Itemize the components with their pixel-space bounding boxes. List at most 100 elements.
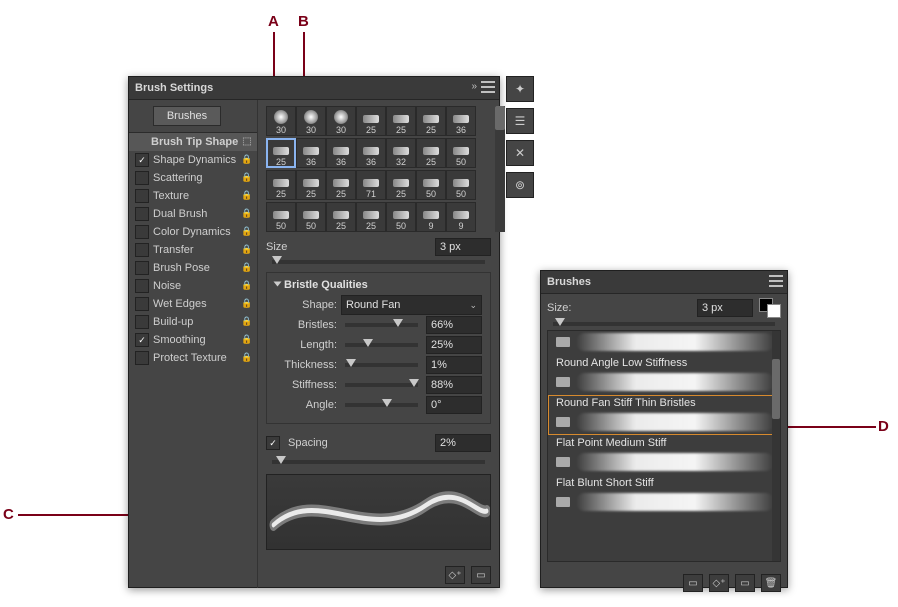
spacing-checkbox[interactable] (266, 436, 280, 450)
brush-preset-cell[interactable]: 36 (356, 138, 386, 168)
lock-icon[interactable] (241, 316, 253, 328)
bristle-value-input[interactable] (426, 396, 482, 414)
lock-icon[interactable] (241, 208, 253, 220)
brush-preset-cell[interactable]: 36 (296, 138, 326, 168)
lock-icon[interactable] (241, 244, 253, 256)
bristle-value-input[interactable] (426, 356, 482, 374)
spacing-input[interactable] (435, 434, 491, 452)
bristle-slider[interactable] (345, 383, 418, 387)
bristle-slider[interactable] (345, 343, 418, 347)
option-checkbox[interactable] (135, 315, 149, 329)
brush-option-color-dynamics[interactable]: Color Dynamics (129, 223, 257, 241)
brush-preset-cell[interactable]: 25 (386, 170, 416, 200)
new-folder-icon[interactable]: ▭ (735, 574, 755, 592)
bp-scrollbar[interactable] (772, 331, 780, 561)
brush-preset-cell[interactable]: 25 (326, 202, 356, 232)
brush-option-transfer[interactable]: Transfer (129, 241, 257, 259)
brush-option-wet-edges[interactable]: Wet Edges (129, 295, 257, 313)
brush-preset-cell[interactable]: 50 (446, 170, 476, 200)
brush-preset-cell[interactable]: 30 (266, 106, 296, 136)
brush-preset-item[interactable]: Round Angle Low Stiffness (548, 355, 780, 395)
color-swap-icon[interactable] (759, 298, 781, 318)
lock-icon[interactable] (241, 172, 253, 184)
size-input[interactable] (435, 238, 491, 256)
brush-preset-cell[interactable]: 36 (326, 138, 356, 168)
shape-select[interactable]: Round Fan ⌄ (341, 295, 482, 315)
new-preset-icon[interactable]: ◇⁺ (445, 566, 465, 584)
brush-preset-cell[interactable]: 9 (416, 202, 446, 232)
bp-scroll-thumb[interactable] (772, 359, 780, 419)
bristle-value-input[interactable] (426, 316, 482, 334)
dock-tools-icon[interactable]: ✕ (506, 140, 534, 166)
dock-brush-styles-icon[interactable]: ✦ (506, 76, 534, 102)
brush-preset-cell[interactable]: 25 (386, 106, 416, 136)
brush-preset-cell[interactable]: 9 (446, 202, 476, 232)
brush-preset-item[interactable]: Flat Blunt Short Stiff (548, 475, 780, 515)
brush-preset-cell[interactable]: 25 (326, 170, 356, 200)
panel-menu-icon[interactable] (481, 81, 495, 93)
brush-preset-cell[interactable]: 25 (416, 138, 446, 168)
brush-preset-cell[interactable]: 25 (416, 106, 446, 136)
brush-preset-cell[interactable]: 25 (266, 138, 296, 168)
brush-preset-item[interactable]: Round Curve Low Bristle Percent (548, 330, 780, 355)
option-checkbox[interactable] (135, 225, 149, 239)
lock-icon[interactable] (241, 226, 253, 238)
brush-preset-item[interactable]: Round Fan Stiff Thin Bristles (548, 395, 780, 435)
brush-preset-cell[interactable]: 50 (386, 202, 416, 232)
brush-preset-cell[interactable]: 50 (266, 202, 296, 232)
dock-brush-presets-icon[interactable]: ☰ (506, 108, 534, 134)
new-brush-icon[interactable]: ▭ (471, 566, 491, 584)
brush-preset-cell[interactable]: 50 (416, 170, 446, 200)
option-checkbox[interactable] (135, 243, 149, 257)
option-checkbox[interactable] (135, 189, 149, 203)
brush-option-shape-dynamics[interactable]: Shape Dynamics (129, 151, 257, 169)
brush-preset-cell[interactable]: 25 (356, 202, 386, 232)
lock-icon[interactable] (241, 280, 253, 292)
brushes-button[interactable]: Brushes (153, 106, 221, 126)
option-checkbox[interactable] (135, 153, 149, 167)
brush-option-protect-texture[interactable]: Protect Texture (129, 349, 257, 367)
brush-option-texture[interactable]: Texture (129, 187, 257, 205)
brush-preset-cell[interactable]: 25 (356, 106, 386, 136)
lock-icon[interactable] (241, 190, 253, 202)
bristle-slider[interactable] (345, 363, 418, 367)
brush-option-smoothing[interactable]: Smoothing (129, 331, 257, 349)
bp-size-input[interactable] (697, 299, 753, 317)
trash-icon[interactable]: 🗑 (761, 574, 781, 592)
option-checkbox[interactable] (135, 279, 149, 293)
brush-preset-cell[interactable]: 32 (386, 138, 416, 168)
lock-icon[interactable] (241, 262, 253, 274)
brush-option-noise[interactable]: Noise (129, 277, 257, 295)
dock-libraries-icon[interactable]: ⊚ (506, 172, 534, 198)
option-checkbox[interactable] (135, 207, 149, 221)
brush-preset-item[interactable]: Flat Point Medium Stiff (548, 435, 780, 475)
lock-icon[interactable] (241, 334, 253, 346)
brush-preset-cell[interactable]: 30 (296, 106, 326, 136)
lock-icon[interactable] (241, 298, 253, 310)
panel-menu-icon[interactable] (769, 275, 783, 287)
bp-size-slider[interactable] (553, 322, 775, 326)
option-checkbox[interactable] (135, 297, 149, 311)
brush-option-dual-brush[interactable]: Dual Brush (129, 205, 257, 223)
collapse-icon[interactable]: » (471, 81, 477, 92)
brush-preset-cell[interactable]: 71 (356, 170, 386, 200)
brush-tip-shape-header[interactable]: Brush Tip Shape (129, 133, 257, 151)
brush-option-build-up[interactable]: Build-up (129, 313, 257, 331)
grid-scrollbar[interactable] (495, 106, 505, 232)
option-checkbox[interactable] (135, 351, 149, 365)
grid-scroll-thumb[interactable] (495, 106, 505, 130)
bristle-slider[interactable] (345, 403, 418, 407)
brush-preset-cell[interactable]: 30 (326, 106, 356, 136)
spacing-slider[interactable] (272, 460, 485, 464)
new-preset-icon[interactable]: ◇⁺ (709, 574, 729, 592)
brush-option-brush-pose[interactable]: Brush Pose (129, 259, 257, 277)
brush-preset-cell[interactable]: 50 (296, 202, 326, 232)
brush-preset-cell[interactable]: 36 (446, 106, 476, 136)
brush-preset-cell[interactable]: 50 (446, 138, 476, 168)
brush-preset-cell[interactable]: 25 (266, 170, 296, 200)
option-checkbox[interactable] (135, 261, 149, 275)
brush-option-scattering[interactable]: Scattering (129, 169, 257, 187)
size-slider[interactable] (272, 260, 485, 264)
lock-icon[interactable] (241, 154, 253, 166)
option-checkbox[interactable] (135, 171, 149, 185)
